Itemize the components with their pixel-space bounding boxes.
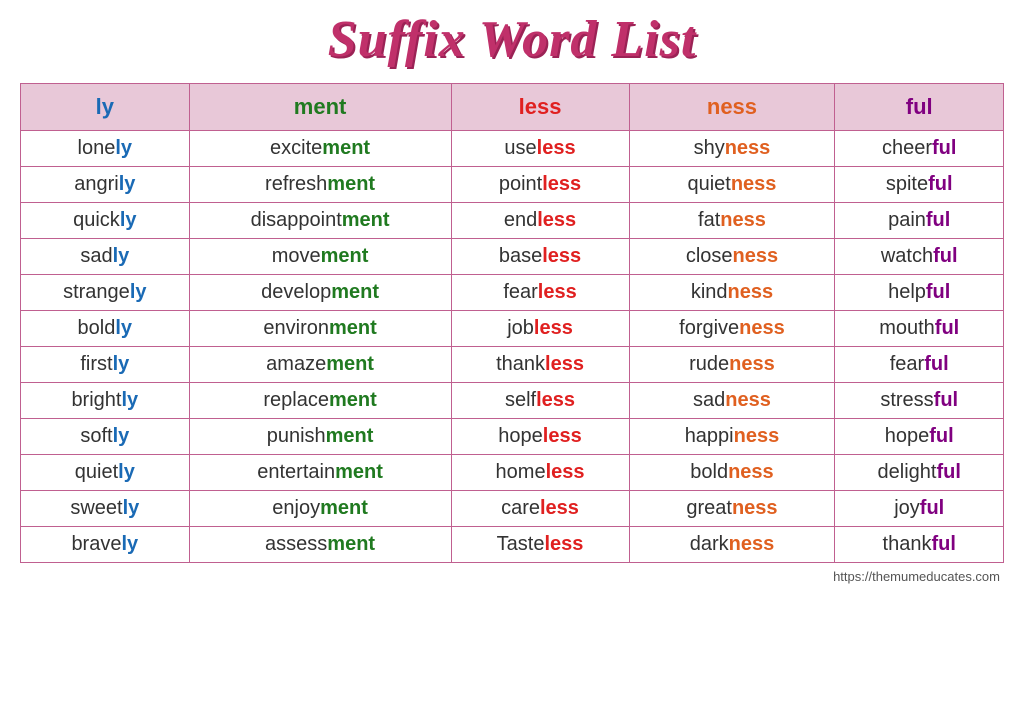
- cell-ness: happiness: [629, 419, 835, 455]
- cell-ful: thankful: [835, 527, 1004, 563]
- cell-less: selfless: [451, 383, 629, 419]
- cell-ment: refreshment: [189, 167, 451, 203]
- cell-ness: rudeness: [629, 347, 835, 383]
- table-row: sweetlyenjoymentcarelessgreatnessjoyful: [21, 491, 1004, 527]
- cell-ment: environment: [189, 311, 451, 347]
- cell-ful: cheerful: [835, 131, 1004, 167]
- table-row: quicklydisappointmentendlessfatnesspainf…: [21, 203, 1004, 239]
- cell-ful: hopeful: [835, 419, 1004, 455]
- cell-ment: amazement: [189, 347, 451, 383]
- cell-ment: excitement: [189, 131, 451, 167]
- cell-ment: development: [189, 275, 451, 311]
- cell-ful: fearful: [835, 347, 1004, 383]
- table-row: angrilyrefreshmentpointlessquietnessspit…: [21, 167, 1004, 203]
- cell-ful: delightful: [835, 455, 1004, 491]
- cell-ness: closeness: [629, 239, 835, 275]
- cell-less: thankless: [451, 347, 629, 383]
- cell-ness: forgiveness: [629, 311, 835, 347]
- cell-less: careless: [451, 491, 629, 527]
- cell-ment: disappointment: [189, 203, 451, 239]
- cell-ness: sadness: [629, 383, 835, 419]
- page-title: Suffix Word List: [328, 10, 697, 69]
- cell-ly: lonely: [21, 131, 190, 167]
- cell-ly: angrily: [21, 167, 190, 203]
- cell-ly: quickly: [21, 203, 190, 239]
- cell-ly: sadly: [21, 239, 190, 275]
- table-row: firstlyamazementthanklessrudenessfearful: [21, 347, 1004, 383]
- cell-ness: greatness: [629, 491, 835, 527]
- header-row: ly ment less ness ful: [21, 84, 1004, 131]
- cell-ness: shyness: [629, 131, 835, 167]
- header-ment: ment: [189, 84, 451, 131]
- cell-ment: replacement: [189, 383, 451, 419]
- cell-less: fearless: [451, 275, 629, 311]
- table-row: boldlyenvironmentjoblessforgivenessmouth…: [21, 311, 1004, 347]
- table-header: ly ment less ness ful: [21, 84, 1004, 131]
- cell-ness: quietness: [629, 167, 835, 203]
- cell-ly: firstly: [21, 347, 190, 383]
- suffix-word-table: ly ment less ness ful lonelyexcitementus…: [20, 83, 1004, 563]
- table-row: brightlyreplacementselflesssadnessstress…: [21, 383, 1004, 419]
- table-row: sadlymovementbaselessclosenesswatchful: [21, 239, 1004, 275]
- cell-less: baseless: [451, 239, 629, 275]
- cell-ful: stressful: [835, 383, 1004, 419]
- cell-ly: boldly: [21, 311, 190, 347]
- cell-ful: helpful: [835, 275, 1004, 311]
- table-row: softlypunishmenthopelesshappinesshopeful: [21, 419, 1004, 455]
- table-row: lonelyexcitementuselessshynesscheerful: [21, 131, 1004, 167]
- cell-ness: kindness: [629, 275, 835, 311]
- cell-ly: sweetly: [21, 491, 190, 527]
- cell-ment: enjoyment: [189, 491, 451, 527]
- cell-ness: fatness: [629, 203, 835, 239]
- cell-less: jobless: [451, 311, 629, 347]
- cell-ly: brightly: [21, 383, 190, 419]
- cell-ly: quietly: [21, 455, 190, 491]
- cell-less: endless: [451, 203, 629, 239]
- cell-ly: strangely: [21, 275, 190, 311]
- table-row: quietlyentertainmenthomelessboldnessdeli…: [21, 455, 1004, 491]
- footer-url: https://themumeducates.com: [20, 569, 1004, 584]
- table-row: strangelydevelopmentfearlesskindnesshelp…: [21, 275, 1004, 311]
- cell-less: Tasteless: [451, 527, 629, 563]
- cell-ment: movement: [189, 239, 451, 275]
- cell-less: pointless: [451, 167, 629, 203]
- cell-less: useless: [451, 131, 629, 167]
- cell-ly: bravely: [21, 527, 190, 563]
- header-less: less: [451, 84, 629, 131]
- cell-less: homeless: [451, 455, 629, 491]
- header-ness: ness: [629, 84, 835, 131]
- table-row: bravelyassessmentTastelessdarknessthankf…: [21, 527, 1004, 563]
- table-body: lonelyexcitementuselessshynesscheerfulan…: [21, 131, 1004, 563]
- cell-ful: mouthful: [835, 311, 1004, 347]
- cell-ment: punishment: [189, 419, 451, 455]
- cell-ful: joyful: [835, 491, 1004, 527]
- cell-less: hopeless: [451, 419, 629, 455]
- cell-ful: watchful: [835, 239, 1004, 275]
- cell-ness: darkness: [629, 527, 835, 563]
- header-ly: ly: [21, 84, 190, 131]
- cell-ful: spiteful: [835, 167, 1004, 203]
- cell-ful: painful: [835, 203, 1004, 239]
- header-ful: ful: [835, 84, 1004, 131]
- cell-ness: boldness: [629, 455, 835, 491]
- cell-ly: softly: [21, 419, 190, 455]
- cell-ment: entertainment: [189, 455, 451, 491]
- cell-ment: assessment: [189, 527, 451, 563]
